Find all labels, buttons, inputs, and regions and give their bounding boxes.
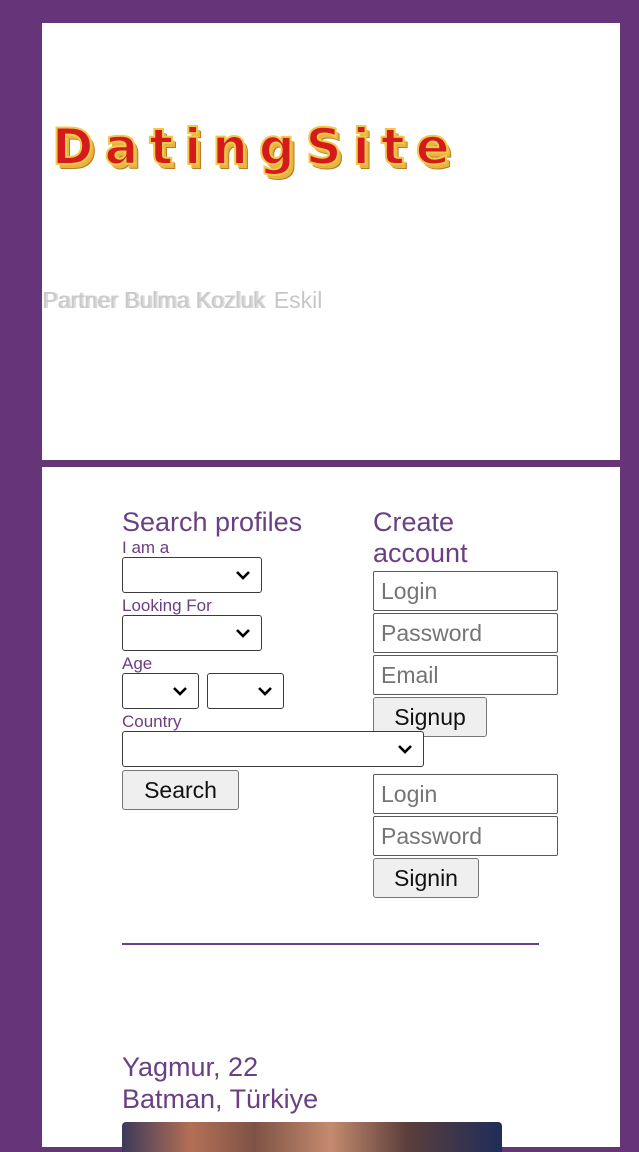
tagline-extra: Eskil bbox=[273, 287, 323, 313]
signup-login-input[interactable]: Login bbox=[373, 571, 558, 611]
profile-photo[interactable] bbox=[122, 1122, 502, 1152]
chevron-down-icon bbox=[236, 571, 250, 580]
signin-button[interactable]: Signin bbox=[373, 858, 479, 898]
age-min-select[interactable] bbox=[122, 673, 199, 709]
profile-name-age: Yagmur, 22 bbox=[122, 1052, 259, 1082]
site-logo[interactable]: DatingSite bbox=[51, 117, 461, 177]
signin-login-input[interactable]: Login bbox=[373, 774, 558, 814]
country-select[interactable] bbox=[122, 731, 424, 767]
age-max-select[interactable] bbox=[207, 673, 284, 709]
create-account-title: Create account bbox=[373, 507, 468, 568]
tagline: Partner Bulma Kozluk Eskil bbox=[42, 287, 322, 314]
iam-label: I am a bbox=[122, 538, 170, 557]
search-title: Search profiles bbox=[122, 507, 303, 537]
age-range bbox=[122, 673, 362, 709]
account-form: Create account Login Password Email Sign… bbox=[373, 507, 563, 898]
chevron-down-icon bbox=[258, 687, 272, 696]
header-panel: DatingSite Partner Bulma Kozluk Eskil bbox=[42, 23, 620, 460]
profile-location: Batman, Türkiye bbox=[122, 1084, 319, 1114]
signin-password-input[interactable]: Password bbox=[373, 816, 558, 856]
signup-password-input[interactable]: Password bbox=[373, 613, 558, 653]
age-label: Age bbox=[122, 654, 153, 673]
iam-select[interactable] bbox=[122, 557, 262, 593]
chevron-down-icon bbox=[173, 687, 187, 696]
country-label: Country bbox=[122, 712, 182, 731]
chevron-down-icon bbox=[398, 745, 412, 754]
section-divider bbox=[122, 943, 539, 945]
tagline-text: Partner Bulma Kozluk bbox=[42, 287, 265, 313]
profile-card[interactable]: Yagmur, 22 Batman, Türkiye bbox=[122, 1051, 318, 1115]
search-form: Search profiles I am a Looking For Age C… bbox=[122, 507, 424, 810]
looking-for-label: Looking For bbox=[122, 596, 212, 615]
looking-for-select[interactable] bbox=[122, 615, 262, 651]
search-button[interactable]: Search bbox=[122, 770, 239, 810]
main-panel: Search profiles I am a Looking For Age C… bbox=[42, 467, 620, 1152]
signup-email-input[interactable]: Email bbox=[373, 655, 558, 695]
chevron-down-icon bbox=[236, 629, 250, 638]
